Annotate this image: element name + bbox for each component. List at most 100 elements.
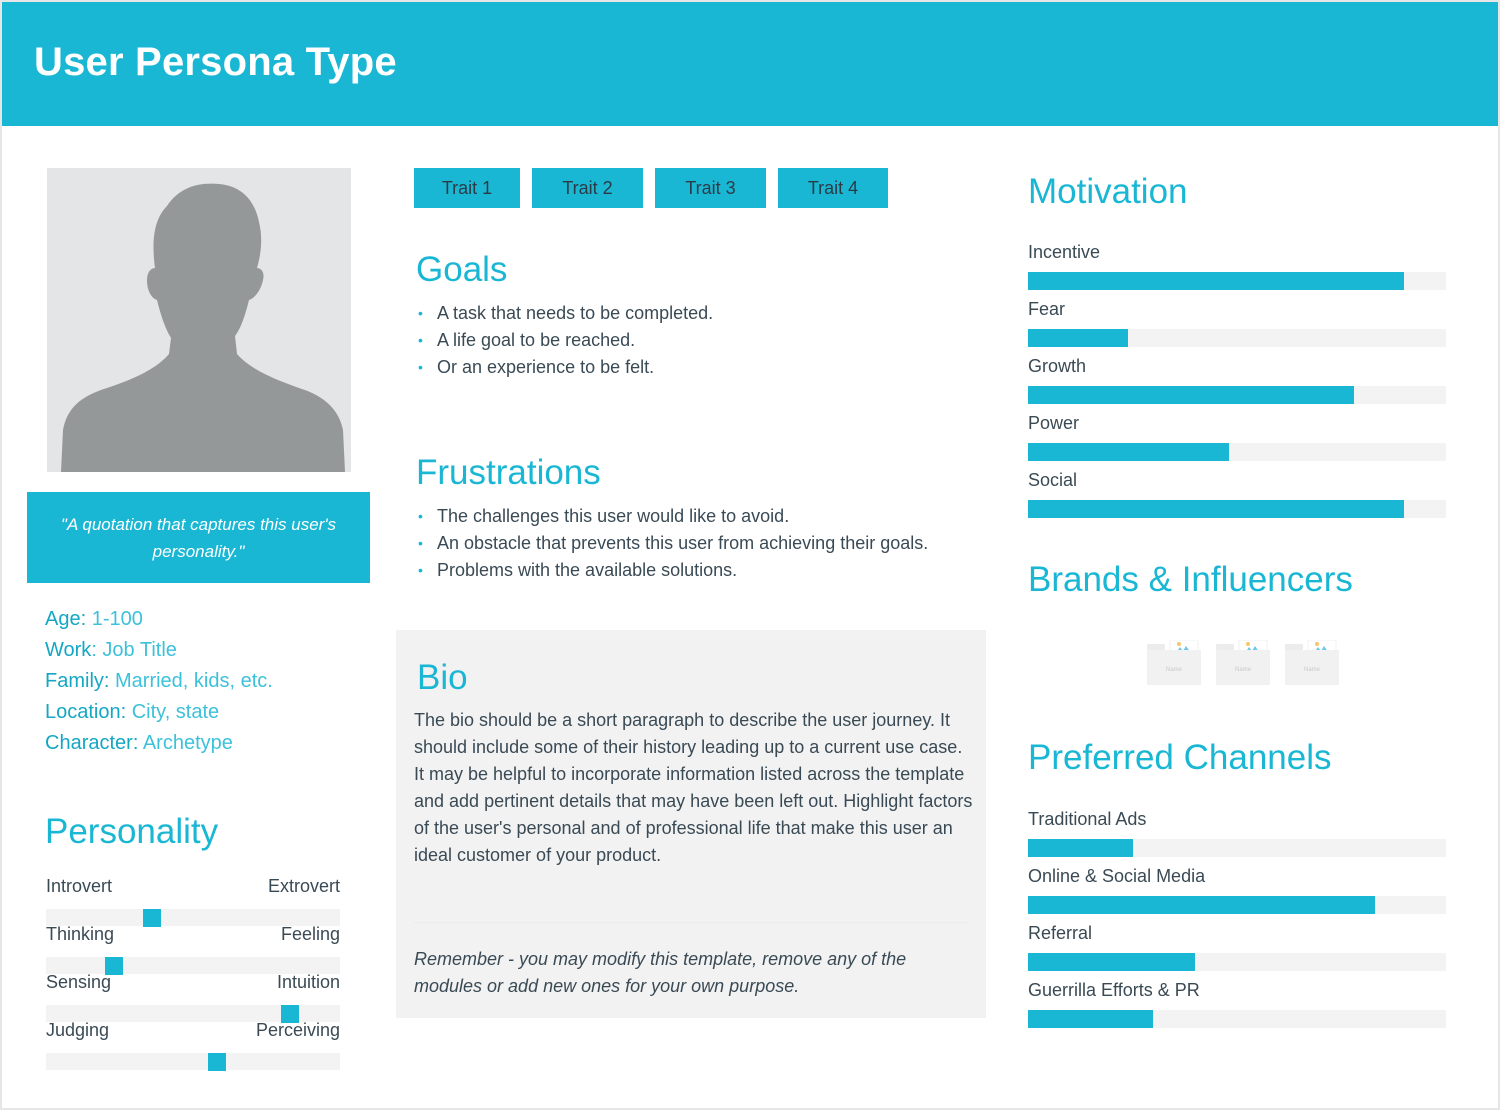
scale-left-label: Sensing [46,972,112,992]
bar-track [1028,272,1446,290]
trait-tag[interactable]: Trait 1 [414,168,520,208]
trait-tag[interactable]: Trait 2 [532,168,643,208]
bar-fill [1028,1010,1154,1028]
scale-right-label: Extrovert [267,876,340,896]
fact-label: Character: [45,732,139,754]
page-title: User Persona Type [34,40,397,84]
scale-left-label: Thinking [46,924,115,944]
fact-location: Location: City, state [45,697,365,728]
personality-title: Personality [45,812,219,851]
motivation-bars: Incentive Fear Growth Power Social [1028,240,1446,525]
bar-label: Fear [1028,299,1066,319]
bar-fill [1028,272,1405,290]
motivation-bar: Social [1028,468,1446,525]
bar-fill [1028,896,1375,914]
bar-track [1028,386,1446,404]
channel-bars: Traditional Ads Online & Social Media Re… [1028,807,1446,1035]
bio-note: Remember - you may modify this template,… [414,949,907,996]
fact-value: : Job Title [91,639,177,661]
brands-list: Name Name Name [1146,640,1340,686]
brand-item[interactable]: Name [1146,640,1202,686]
personality-scale: Thinking Feeling [46,924,340,975]
bar-fill [1028,953,1196,971]
channel-bar: Online & Social Media [1028,864,1446,921]
bar-fill [1028,329,1129,347]
list-item: Or an experience to be felt. [416,354,996,381]
fact-age: Age: 1-100 [45,604,365,635]
motivation-bar: Growth [1028,354,1446,411]
motivation-bar: Incentive [1028,240,1446,297]
channels-title: Preferred Channels [1028,738,1332,777]
fact-value: Archetype [138,732,233,754]
frustrations-list: The challenges this user would like to a… [416,503,996,584]
bar-track [1028,443,1446,461]
personality-scale: Introvert Extrovert [46,876,340,927]
personality-scale: Judging Perceiving [46,1020,340,1071]
bio-section: Bio The bio should be a short paragraph … [396,630,986,1018]
list-item: A task that needs to be completed. [416,300,996,327]
list-item: An obstacle that prevents this user from… [416,530,996,557]
brand-item[interactable]: Name [1215,640,1271,686]
frustrations-title: Frustrations [416,453,601,492]
trait-tags: Trait 1 Trait 2 Trait 3 Trait 4 [414,168,888,208]
bar-label: Traditional Ads [1028,809,1147,829]
demographic-facts: Age: 1-100 Work: Job Title Family: Marri… [45,604,365,759]
bar-label: Guerrilla Efforts & PR [1028,980,1200,1000]
bio-text: The bio should be a short paragraph to d… [414,710,973,865]
brand-item[interactable]: Name [1284,640,1340,686]
fact-label: Location: [45,701,127,723]
bar-fill [1028,443,1229,461]
motivation-title: Motivation [1028,172,1188,211]
avatar [47,168,351,472]
fact-value: 1-100 [86,608,143,630]
bar-label: Referral [1028,923,1093,943]
fact-value: Married, kids, etc. [109,670,273,692]
goals-title: Goals [416,250,508,289]
bio-divider [414,922,968,923]
header-banner: User Persona Type [2,2,1498,126]
persona-page: User Persona Type "A quotation that capt… [2,2,1498,1108]
scale-left-label: Introvert [46,876,113,896]
bar-label: Incentive [1028,242,1101,262]
bar-fill [1028,839,1133,857]
image-folder-icon [1285,640,1339,685]
bar-track [1028,896,1446,914]
bar-label: Growth [1028,356,1087,376]
scale-right-label: Perceiving [255,1020,340,1040]
fact-family: Family: Married, kids, etc. [45,666,365,697]
brand-name: Name [1165,667,1182,673]
goals-section: Goals A task that needs to be completed.… [416,250,996,381]
personality-scale: Sensing Intuition [46,972,340,1023]
fact-label: Work [45,639,92,661]
image-folder-icon [1147,640,1201,685]
bar-track [1028,500,1446,518]
bar-label: Social [1028,470,1078,490]
persona-quote: "A quotation that captures this user's p… [27,492,370,583]
goals-list: A task that needs to be completed. A lif… [416,300,996,381]
bar-label: Online & Social Media [1028,866,1206,886]
brand-name: Name [1234,667,1251,673]
scale-thumb[interactable] [207,1053,226,1071]
frustrations-section: Frustrations The challenges this user wo… [416,453,996,584]
fact-character: Character: Archetype [45,728,365,759]
bar-fill [1028,386,1355,404]
channel-bar: Traditional Ads [1028,807,1446,864]
scale-right-label: Intuition [276,972,340,992]
bar-fill [1028,500,1405,518]
trait-tag[interactable]: Trait 4 [778,168,888,208]
fact-work: Work: Job Title [45,635,365,666]
fact-label: Age: [45,608,87,630]
motivation-bar: Power [1028,411,1446,468]
trait-tag[interactable]: Trait 3 [655,168,766,208]
bar-track [1028,1010,1446,1028]
image-folder-icon [1216,640,1270,685]
scale-track[interactable] [46,1053,340,1071]
scale-right-label: Feeling [280,924,340,944]
motivation-bar: Fear [1028,297,1446,354]
bar-label: Power [1028,413,1080,433]
bar-track [1028,953,1446,971]
list-item: A life goal to be reached. [416,327,996,354]
bio-title: Bio [417,658,468,697]
brands-title: Brands & Influencers [1028,560,1353,599]
bar-track [1028,329,1446,347]
